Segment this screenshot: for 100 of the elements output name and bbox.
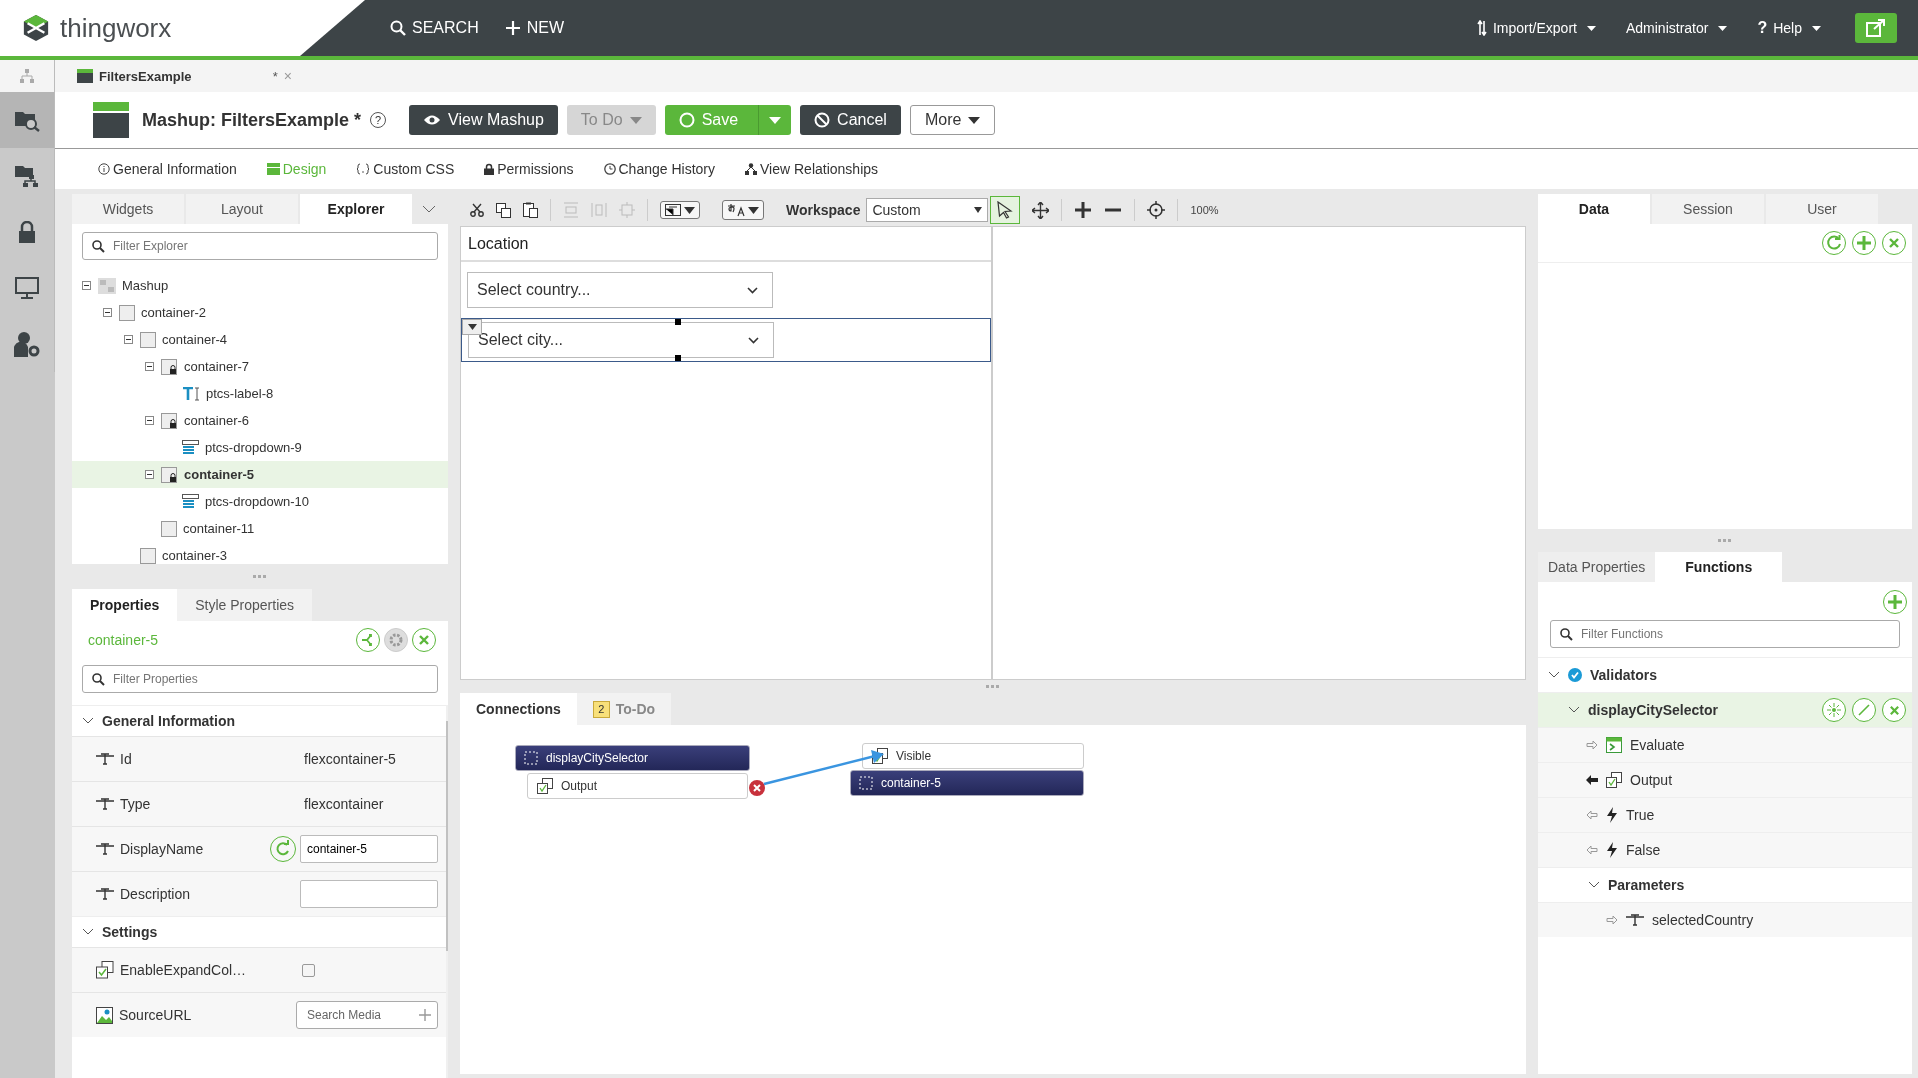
tree-item[interactable]: container-2 [72, 299, 448, 326]
collapse-icon[interactable] [81, 281, 91, 290]
save-options-button[interactable] [758, 105, 792, 135]
property-input[interactable]: container-5 [300, 835, 438, 863]
chevron-icon [1568, 706, 1580, 714]
widget-node[interactable]: displayCitySelector [515, 745, 750, 771]
function-item[interactable]: displayCitySelector [1538, 692, 1912, 727]
search-link[interactable]: SEARCH [390, 19, 479, 37]
property-name: Type [120, 796, 152, 812]
container-menu-button[interactable] [462, 319, 482, 335]
refresh-button[interactable] [1822, 231, 1846, 255]
tree-item[interactable]: ptcs-dropdown-10 [72, 488, 448, 515]
search-media-field[interactable]: Search Media [296, 1001, 438, 1029]
import-export-menu[interactable]: Import/Export [1476, 20, 1596, 36]
collapse-icon[interactable] [123, 335, 133, 344]
property-value: flexcontainer [304, 796, 385, 812]
cut-icon[interactable] [470, 203, 484, 217]
bindings-button[interactable] [356, 628, 380, 652]
new-link[interactable]: NEW [504, 19, 564, 37]
panel-tab[interactable]: 2 To-Do [576, 693, 672, 725]
resize-handle[interactable] [675, 355, 681, 361]
checkbox[interactable] [302, 963, 315, 977]
resize-handle[interactable] [675, 319, 681, 325]
panel-tab[interactable]: Data [1538, 194, 1650, 224]
panel-tab[interactable]: Data Properties [1538, 552, 1656, 582]
move-icon[interactable] [1032, 201, 1050, 219]
widget-node[interactable]: container-5 [850, 770, 1084, 796]
filter-explorer-field[interactable]: Filter Explorer [82, 232, 438, 260]
panel-tab[interactable]: Properties [72, 589, 178, 621]
container-area[interactable]: Select country... [461, 262, 991, 318]
collapse-icon[interactable] [144, 470, 154, 479]
collapse-icon[interactable] [144, 416, 154, 425]
locked-container-icon [161, 358, 178, 375]
resize-handle[interactable] [986, 685, 1000, 688]
function-member[interactable]: Evaluate [1538, 727, 1912, 762]
header-button[interactable]: View Mashup [409, 105, 558, 135]
dropdown[interactable]: Select country... [467, 272, 773, 308]
filter-properties-field[interactable]: Filter Properties [82, 665, 438, 693]
settings-button[interactable] [384, 628, 408, 652]
collapse-icon[interactable] [102, 308, 112, 317]
tree-item[interactable]: container-3 [72, 542, 448, 569]
output-port[interactable]: Output [527, 773, 748, 799]
add-function-button[interactable] [1883, 590, 1907, 614]
property-input[interactable] [300, 880, 438, 908]
section-tab[interactable]: Change History [603, 161, 715, 177]
paste-icon[interactable] [523, 202, 538, 218]
resize-handle[interactable] [253, 575, 267, 578]
caret-icon [1812, 25, 1821, 31]
delete-button[interactable] [1882, 698, 1906, 722]
panel-tab[interactable]: Session [1652, 194, 1764, 224]
tree-item[interactable]: container-7 [72, 353, 448, 380]
tree-item[interactable]: Mashup [72, 272, 448, 299]
tree-item[interactable]: container-11 [72, 515, 448, 542]
dropdown[interactable]: Select city... [468, 322, 774, 358]
selected-container[interactable]: Select city... [461, 318, 991, 362]
function-member[interactable]: Output [1538, 762, 1912, 797]
resize-handle[interactable] [1718, 539, 1732, 542]
function-member[interactable]: True [1538, 797, 1912, 832]
lock-icon [484, 163, 495, 175]
service-icon [1606, 737, 1622, 753]
zoom-in-icon[interactable] [1074, 201, 1093, 219]
external-link-icon [1865, 18, 1887, 38]
help-menu[interactable]: ? Help [1757, 19, 1821, 37]
header-button[interactable]: Cancel [800, 105, 901, 135]
remove-binding-icon[interactable] [749, 780, 765, 796]
container-icon [140, 547, 156, 564]
delete-button[interactable] [412, 628, 436, 652]
select-tool-button[interactable] [990, 196, 1021, 224]
language-dropdown[interactable] [722, 200, 764, 220]
panel-tab[interactable]: Connections [460, 693, 577, 725]
workspace-select[interactable]: Custom [866, 198, 989, 222]
panel-tab[interactable]: Widgets [72, 194, 184, 224]
tree-item[interactable]: ptcs-label-8 [72, 380, 448, 407]
tree-item[interactable]: container-5 [72, 461, 448, 488]
add-button[interactable] [1852, 231, 1876, 255]
open-external-button[interactable] [1855, 13, 1897, 43]
panel-tab[interactable]: Layout [186, 194, 298, 224]
header-button[interactable]: More [909, 105, 996, 135]
panel-tab[interactable]: Style Properties [177, 589, 313, 621]
filter-functions-field[interactable]: Filter Functions [1550, 620, 1900, 648]
panel-tab[interactable]: Explorer [300, 194, 412, 224]
copy-icon[interactable] [496, 202, 511, 218]
tree-item[interactable]: container-6 [72, 407, 448, 434]
layout-dropdown[interactable] [660, 201, 700, 219]
section-tab[interactable]: Custom CSS [356, 161, 455, 177]
section-tab[interactable]: General Information [98, 161, 237, 177]
section-tab[interactable]: View Relationships [745, 161, 879, 177]
parameter-item[interactable]: selectedCountry [1538, 902, 1912, 937]
collapse-icon[interactable] [144, 362, 154, 371]
target-icon[interactable] [1147, 201, 1166, 219]
delete-button[interactable] [1882, 231, 1906, 255]
panel-tab[interactable]: User [1766, 194, 1878, 224]
section-tab[interactable]: Permissions [484, 161, 574, 177]
visible-port[interactable]: Visible [862, 743, 1084, 769]
function-member[interactable]: False [1538, 832, 1912, 867]
tree-item[interactable]: container-4 [72, 326, 448, 353]
tree-item[interactable]: ptcs-dropdown-9 [72, 434, 448, 461]
chevron-down-icon[interactable] [422, 205, 436, 213]
panel-tab[interactable]: Functions [1655, 552, 1783, 582]
user-menu[interactable]: Administrator [1625, 20, 1728, 36]
